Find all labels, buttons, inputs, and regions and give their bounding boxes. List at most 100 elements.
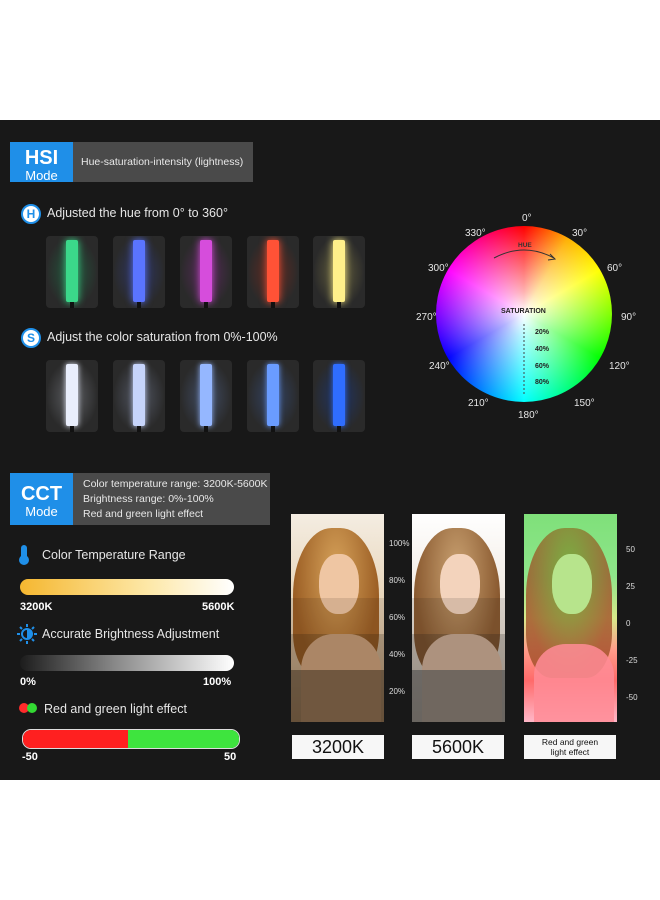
saturation-light-tube [200,364,212,426]
wheel-angle-label: 120° [609,361,630,372]
hue-title: HUE [518,242,532,249]
wheel-angle-label: 240° [429,361,450,372]
hsi-badge-subtitle: Mode [25,168,58,183]
brightness-icon [17,624,37,644]
cct-desc-line-3: Red and green light effect [83,508,204,520]
wheel-angle-label: 150° [574,398,595,409]
thermometer-icon [19,545,29,565]
hue-light-tube [66,240,78,302]
temperature-title: Color Temperature Range [42,548,186,562]
saturation-tile-4 [247,360,299,432]
face-shape [552,554,592,614]
saturation-tile-2 [113,360,165,432]
dim-overlay-40 [412,634,505,670]
cct-description-box: Color temperature range: 3200K-5600K Bri… [73,473,270,525]
label-red-green-line-2: light effect [550,747,590,757]
red-green-min-label: -50 [22,751,38,763]
portrait-3200k [291,514,384,722]
label-red-green: Red and green light effect [524,735,616,759]
brightness-scale-label: 20% [389,687,406,696]
dim-overlay-60 [412,598,505,634]
hsi-badge-title: HSI [24,147,59,169]
label-red-green-line-1: Red and green [541,737,599,747]
saturation-step-label: 60% [535,363,550,370]
red-green-scale-label: 50 [626,545,635,554]
cct-mode-badge: CCT Mode [10,473,73,525]
saturation-tube-base [337,426,341,432]
wheel-angle-label: 30° [572,228,588,239]
saturation-step-label: 20% [535,329,550,336]
hue-light-tube [333,240,345,302]
saturation-light-tube [333,364,345,426]
saturation-step-label: 40% [535,346,550,353]
saturation-tile-3 [180,360,232,432]
saturation-tube-base [271,426,275,432]
saturation-light-tube [133,364,145,426]
brightness-scale-label: 40% [389,650,406,659]
brightness-min-label: 0% [20,676,36,688]
label-3200k: 3200K [292,735,384,759]
label-3200k-text: 3200K [311,737,365,757]
temperature-min-label: 3200K [20,601,53,613]
temperature-bar [20,579,234,595]
temperature-max-label: 5600K [202,601,235,613]
saturation-light-tube [66,364,78,426]
product-panel: HSI Mode Hue-saturation-intensity (light… [0,120,660,780]
cct-badge-title: CCT [20,483,63,505]
saturation-label: Adjust the color saturation from 0%-100% [47,330,278,344]
hue-light-tube [267,240,279,302]
hue-tile-3 [180,236,232,308]
green-segment [128,730,239,748]
hsi-description: Hue-saturation-intensity (lightness) [81,156,244,168]
hue-tube-base [204,302,208,308]
red-green-max-label: 50 [224,751,237,763]
brightness-bar [20,655,234,671]
hue-tube-base [137,302,141,308]
wheel-angle-label: 90° [621,312,637,323]
hsi-mode-badge: HSI Mode [10,142,73,183]
wheel-angle-label: 270° [416,312,437,323]
label-5600k: 5600K [412,735,504,759]
brightness-scale-label: 80% [389,576,406,585]
hue-tube-base [337,302,341,308]
dim-overlay-20 [291,670,384,722]
hue-tube-base [70,302,74,308]
dim-overlay-20 [412,670,505,722]
hue-tile-1 [46,236,98,308]
red-green-scale-label: -25 [626,656,638,665]
hue-tile-2 [113,236,165,308]
red-green-scale-label: 0 [626,619,631,628]
red-green-scale-label: 25 [626,582,635,591]
saturation-step-label: 80% [535,379,550,386]
hue-tile-5 [313,236,365,308]
dim-overlay-40 [291,634,384,670]
hue-label: Adjusted the hue from 0° to 360° [47,206,228,220]
saturation-light-tube [267,364,279,426]
red-green-title: Red and green light effect [44,702,187,716]
saturation-tube-base [204,426,208,432]
hue-tube-base [271,302,275,308]
brightness-title: Accurate Brightness Adjustment [42,627,220,641]
red-green-bar [22,729,240,749]
wheel-angle-label: 330° [465,228,486,239]
saturation-title: SATURATION [501,308,546,315]
wheel-angle-label: 180° [518,410,539,421]
wheel-angle-label: 300° [428,263,449,274]
saturation-tube-base [70,426,74,432]
hue-tile-4 [247,236,299,308]
saturation-icon: S [21,328,41,348]
wheel-angle-label: 60° [607,263,623,274]
wheel-angle-label: 0° [522,213,532,224]
cct-desc-line-2: Brightness range: 0%-100% [83,493,214,505]
brightness-scale-label: 60% [389,613,406,622]
saturation-tile-1 [46,360,98,432]
wheel-angle-label: 210° [468,398,489,409]
brightness-max-label: 100% [203,676,232,688]
hsi-description-box: Hue-saturation-intensity (lightness) [73,142,253,182]
cct-badge-subtitle: Mode [25,504,58,519]
red-green-dots-icon [19,703,37,713]
red-green-scale-label: -50 [626,693,638,702]
saturation-tube-base [137,426,141,432]
label-5600k-text: 5600K [431,737,485,757]
hue-light-tube [200,240,212,302]
